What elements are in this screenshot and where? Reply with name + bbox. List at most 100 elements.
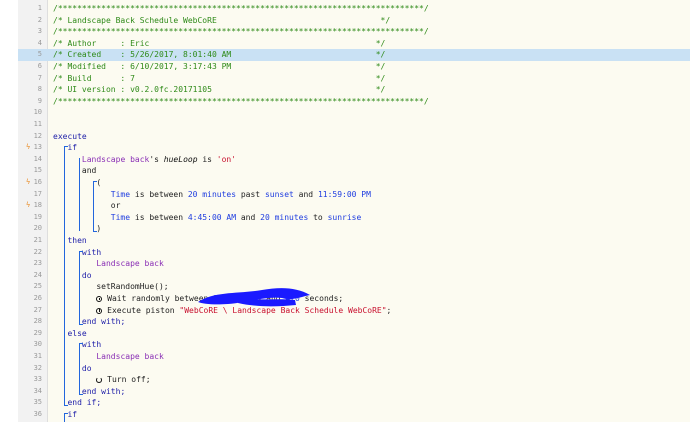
line-number: 32: [33, 363, 42, 372]
code-line[interactable]: 30 with: [18, 339, 690, 351]
code-token: is between: [130, 212, 188, 222]
clock-icon: [96, 307, 103, 314]
code-line[interactable]: 18 ϟ or: [18, 200, 690, 212]
code-line[interactable]: 17 Time is between 20 minutes past sunse…: [18, 189, 690, 201]
code-token: end with;: [81, 317, 126, 327]
code-token: setRandomHue();: [96, 282, 169, 292]
line-number: 36: [33, 410, 42, 418]
code-line[interactable]: 32 do: [18, 363, 690, 375]
code-token: 'on': [216, 154, 237, 164]
code-line[interactable]: 11: [18, 119, 690, 131]
code-line[interactable]: 16 ϟ (: [18, 177, 690, 189]
code-token: sunset: [264, 189, 294, 199]
code-line[interactable]: 24 do: [18, 270, 690, 282]
code-token: if: [67, 410, 78, 419]
code-token: /* UI version : v0.2.0fc.20171105 */: [53, 85, 386, 95]
code-token: /***************************************…: [53, 27, 429, 37]
line-number: 17: [33, 189, 42, 198]
code-text: /* UI version : v0.2.0fc.20171105 */: [53, 84, 385, 96]
code-token: /* Created : 5/26/2017, 8:01:40 AM */: [53, 50, 386, 60]
code-text: or: [53, 200, 121, 212]
code-line[interactable]: 14 Landscape back's hueLoop is 'on': [18, 154, 690, 166]
code-line[interactable]: 6 /* Modified : 6/10/2017, 3:17:43 PM */: [18, 61, 690, 73]
code-line[interactable]: 28 end with;: [18, 316, 690, 328]
code-token: or: [110, 201, 121, 211]
line-number: 21: [33, 236, 42, 244]
code-text: Time is between 20 minutes past sunset a…: [53, 189, 371, 201]
code-line[interactable]: 22 with: [18, 247, 690, 259]
code-line[interactable]: 9 /**************************************…: [18, 96, 690, 108]
code-line[interactable]: 5 /* Created : 5/26/2017, 8:01:40 AM */: [18, 49, 690, 61]
code-line[interactable]: 23 Landscape back: [18, 258, 690, 270]
code-token: /***************************************…: [53, 4, 429, 13]
code-token: end if;: [67, 398, 102, 408]
code-token: 420: [285, 294, 300, 303]
code-line[interactable]: 33 Turn off;: [18, 374, 690, 386]
code-line[interactable]: 29 else: [18, 328, 690, 340]
code-token: if: [67, 143, 78, 153]
code-token: /* Author : Eric */: [53, 38, 386, 48]
block-guide-cap: [78, 343, 83, 345]
code-token: 20 minutes: [260, 212, 309, 222]
code-text: Turn off;: [53, 374, 151, 386]
code-line[interactable]: 20 ): [18, 223, 690, 235]
line-number: 25: [33, 282, 42, 291]
code-line[interactable]: 1 /**************************************…: [18, 3, 690, 15]
code-line[interactable]: 13 ϟ if: [18, 142, 690, 154]
code-token: seconds;: [299, 294, 344, 303]
code-line[interactable]: 34 end with;: [18, 386, 690, 398]
code-token: /***************************************…: [53, 96, 429, 106]
code-line[interactable]: 21 then: [18, 235, 690, 247]
code-token: else: [67, 328, 87, 338]
line-number: 5: [37, 50, 42, 59]
code-line[interactable]: 19 Time is between 4:45:00 AM and 20 min…: [18, 212, 690, 224]
line-number: 27: [33, 305, 42, 314]
code-editor[interactable]: 1 /**************************************…: [18, 0, 690, 422]
line-number: 8: [37, 85, 42, 94]
code-line[interactable]: 4 /* Author : Eric */: [18, 38, 690, 50]
code-token: "WebCoRE \ Landscape Back Schedule WebCo…: [179, 305, 387, 315]
code-line[interactable]: 31 Landscape back: [18, 351, 690, 363]
code-line[interactable]: 15 and: [18, 165, 690, 177]
code-line[interactable]: 3 /**************************************…: [18, 26, 690, 38]
code-text: /* Modified : 6/10/2017, 3:17:43 PM */: [53, 61, 385, 73]
line-number: 2: [37, 15, 42, 24]
code-line[interactable]: 7 /* Build : 7 */: [18, 73, 690, 85]
line-number: 10: [33, 108, 42, 117]
code-line[interactable]: 12 execute: [18, 131, 690, 143]
code-line[interactable]: 27 Execute piston "WebCoRE \ Landscape B…: [18, 305, 690, 317]
code-token: is: [197, 154, 217, 164]
code-line[interactable]: 26 Wait randomly between 20 seconds and …: [18, 293, 690, 305]
code-token: Landscape back: [81, 154, 150, 164]
code-text: end if;: [53, 397, 101, 409]
block-guide-cap: [93, 231, 98, 233]
code-token: sunrise: [327, 212, 362, 222]
line-number: 1: [37, 4, 42, 12]
line-number: 29: [33, 328, 42, 337]
line-number: 23: [33, 259, 42, 268]
code-line[interactable]: 36 if: [18, 409, 690, 421]
code-line[interactable]: 8 /* UI version : v0.2.0fc.20171105 */: [18, 84, 690, 96]
block-guide: [78, 250, 80, 325]
code-line[interactable]: 10: [18, 107, 690, 119]
code-line[interactable]: 25 setRandomHue();: [18, 281, 690, 293]
line-number: 14: [33, 154, 42, 163]
block-guide-cap: [78, 393, 83, 395]
code-line[interactable]: 35 end if;: [18, 397, 690, 409]
code-text: else: [53, 328, 87, 340]
code-token: /* Build : 7 */: [53, 73, 386, 83]
code-token: Landscape back: [96, 259, 164, 269]
code-token: 20 minutes: [187, 189, 237, 199]
code-text: /***************************************…: [53, 26, 429, 38]
code-line[interactable]: 2 /* Landscape Back Schedule WebCoRE */: [18, 15, 690, 27]
code-token: /* Landscape Back Schedule WebCoRE */: [53, 15, 391, 25]
block-guide-cap: [64, 146, 69, 148]
